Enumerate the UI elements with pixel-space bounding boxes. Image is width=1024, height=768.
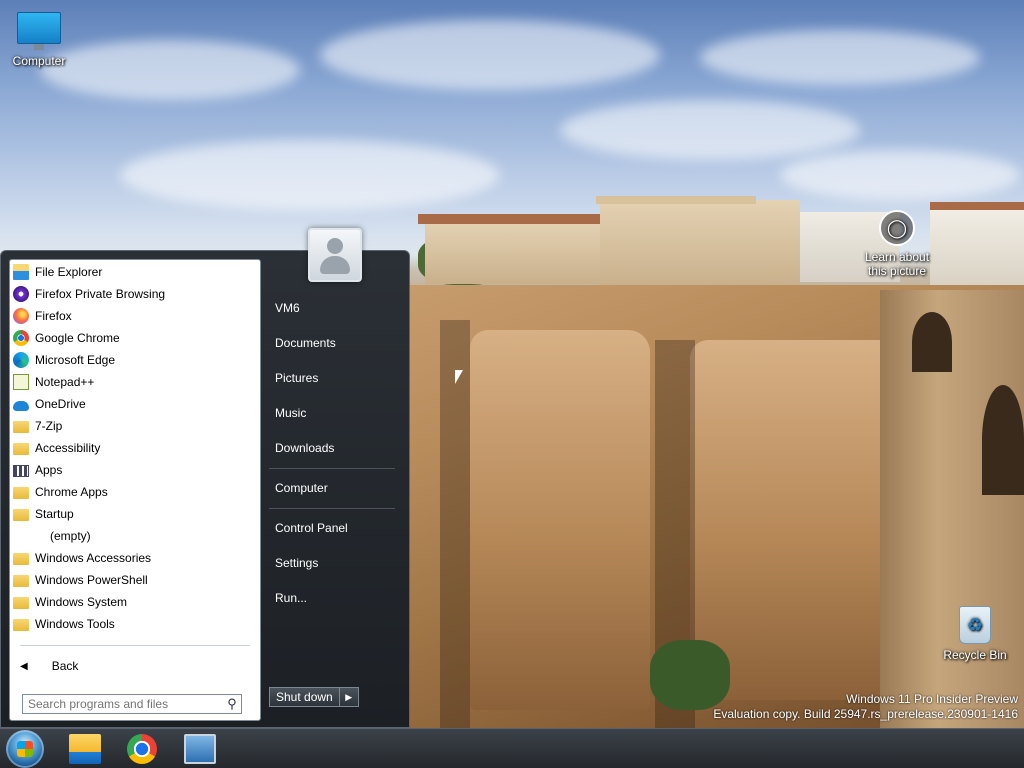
folder-icon: [13, 509, 29, 521]
file-explorer-icon: [13, 264, 29, 280]
program-label: Accessibility: [35, 441, 101, 455]
camera-icon: ◯: [879, 210, 915, 246]
program-folder-windows-accessories[interactable]: Windows Accessories: [10, 547, 260, 569]
program-folder-windows-tools[interactable]: Windows Tools: [10, 613, 260, 635]
user-icon-body: [320, 256, 350, 274]
search-icon[interactable]: ⚲: [223, 696, 241, 712]
program-folder-accessibility[interactable]: Accessibility: [10, 437, 260, 459]
desktop-icon-label: Recycle Bin: [943, 648, 1007, 662]
link-control-panel[interactable]: Control Panel: [265, 511, 405, 546]
windows-logo-icon: [17, 741, 33, 757]
link-documents[interactable]: Documents: [265, 326, 405, 361]
link-music[interactable]: Music: [265, 396, 405, 431]
desktop-icon-label: Computer: [12, 54, 66, 68]
evaluation-watermark: Windows 11 Pro Insider Preview Evaluatio…: [713, 692, 1018, 722]
notepadpp-icon: [13, 374, 29, 390]
folder-icon: [13, 487, 29, 499]
program-folder-7zip[interactable]: 7-Zip: [10, 415, 260, 437]
program-item-firefox-private[interactable]: Firefox Private Browsing: [10, 283, 260, 305]
onedrive-icon: [13, 400, 29, 411]
shutdown-group: Shut down ▶: [269, 687, 359, 707]
edge-icon: [13, 352, 29, 368]
program-label: Windows PowerShell: [35, 573, 148, 587]
program-label: 7-Zip: [35, 419, 63, 433]
watermark-line2: Evaluation copy. Build 25947.rs_prerelea…: [713, 707, 1018, 721]
remote-desktop-icon[interactable]: [184, 734, 216, 764]
program-label: Windows Accessories: [35, 551, 152, 565]
link-settings[interactable]: Settings: [265, 546, 405, 581]
search-box[interactable]: ⚲: [22, 694, 242, 714]
link-pictures[interactable]: Pictures: [265, 361, 405, 396]
program-item-file-explorer[interactable]: File Explorer: [10, 261, 260, 283]
program-label: (empty): [50, 529, 91, 543]
program-label: Windows System: [35, 595, 128, 609]
link-computer[interactable]: Computer: [265, 471, 405, 506]
program-label: Windows Tools: [35, 617, 115, 631]
learn-label-line1: Learn about: [864, 250, 930, 264]
file-explorer-icon[interactable]: [69, 734, 101, 764]
program-folder-startup[interactable]: Startup: [10, 503, 260, 525]
right-pane-divider: [269, 468, 395, 469]
program-item-onedrive[interactable]: OneDrive: [10, 393, 260, 415]
program-item-edge[interactable]: Microsoft Edge: [10, 349, 260, 371]
chrome-icon[interactable]: [127, 734, 157, 764]
programs-divider: [20, 645, 250, 646]
firefox-private-icon: [13, 286, 29, 302]
folder-icon: [13, 575, 29, 587]
back-label: Back: [51, 659, 79, 673]
programs-list: File Explorer Firefox Private Browsing F…: [9, 259, 261, 721]
link-run[interactable]: Run...: [265, 581, 405, 616]
link-user[interactable]: VM6: [265, 291, 405, 326]
chrome-icon: [13, 330, 29, 346]
program-label: Startup: [35, 507, 74, 521]
right-pane-divider: [269, 508, 395, 509]
link-downloads[interactable]: Downloads: [265, 431, 405, 466]
computer-icon: [17, 12, 61, 50]
folder-icon: [13, 553, 29, 565]
start-button[interactable]: [6, 730, 44, 768]
program-label: File Explorer: [35, 265, 103, 279]
program-label: Notepad++: [35, 375, 95, 389]
watermark-line1: Windows 11 Pro Insider Preview: [846, 692, 1018, 706]
folder-icon: [13, 443, 29, 455]
start-right-pane: VM6 Documents Pictures Music Downloads C…: [265, 291, 405, 616]
program-label: Firefox: [35, 309, 72, 323]
learn-about-picture[interactable]: ◯ Learn about this picture: [862, 210, 932, 278]
back-button[interactable]: ◀ Back: [10, 654, 260, 678]
firefox-icon: [13, 308, 29, 324]
shutdown-options-arrow-icon[interactable]: ▶: [339, 687, 359, 707]
user-icon-head: [327, 238, 343, 254]
program-item-firefox[interactable]: Firefox: [10, 305, 260, 327]
folder-icon: [13, 421, 29, 433]
folder-icon: [13, 619, 29, 631]
user-avatar[interactable]: [308, 228, 362, 282]
program-label: Google Chrome: [35, 331, 120, 345]
recycle-bin-icon: ♻: [959, 606, 991, 644]
program-item-apps[interactable]: Apps: [10, 459, 260, 481]
program-item-notepadpp[interactable]: Notepad++: [10, 371, 260, 393]
folder-icon: [13, 597, 29, 609]
program-label: Chrome Apps: [35, 485, 108, 499]
desktop-icon-computer[interactable]: Computer: [4, 12, 74, 68]
program-label: Apps: [35, 463, 63, 477]
program-label: Firefox Private Browsing: [35, 287, 166, 301]
program-label: OneDrive: [35, 397, 86, 411]
start-menu: File Explorer Firefox Private Browsing F…: [0, 250, 410, 728]
learn-label-line2: this picture: [867, 264, 927, 278]
program-folder-chrome-apps[interactable]: Chrome Apps: [10, 481, 260, 503]
program-item-empty: (empty): [10, 525, 260, 547]
program-folder-windows-system[interactable]: Windows System: [10, 591, 260, 613]
apps-icon: [13, 465, 29, 477]
back-arrow-icon: ◀: [20, 660, 28, 672]
search-input[interactable]: [23, 696, 223, 712]
shutdown-button[interactable]: Shut down: [269, 687, 340, 707]
program-label: Microsoft Edge: [35, 353, 116, 367]
program-item-chrome[interactable]: Google Chrome: [10, 327, 260, 349]
taskbar: [0, 728, 1024, 768]
mouse-cursor-icon: [455, 370, 463, 384]
program-folder-windows-powershell[interactable]: Windows PowerShell: [10, 569, 260, 591]
desktop-icon-recycle-bin[interactable]: ♻ Recycle Bin: [940, 606, 1010, 662]
